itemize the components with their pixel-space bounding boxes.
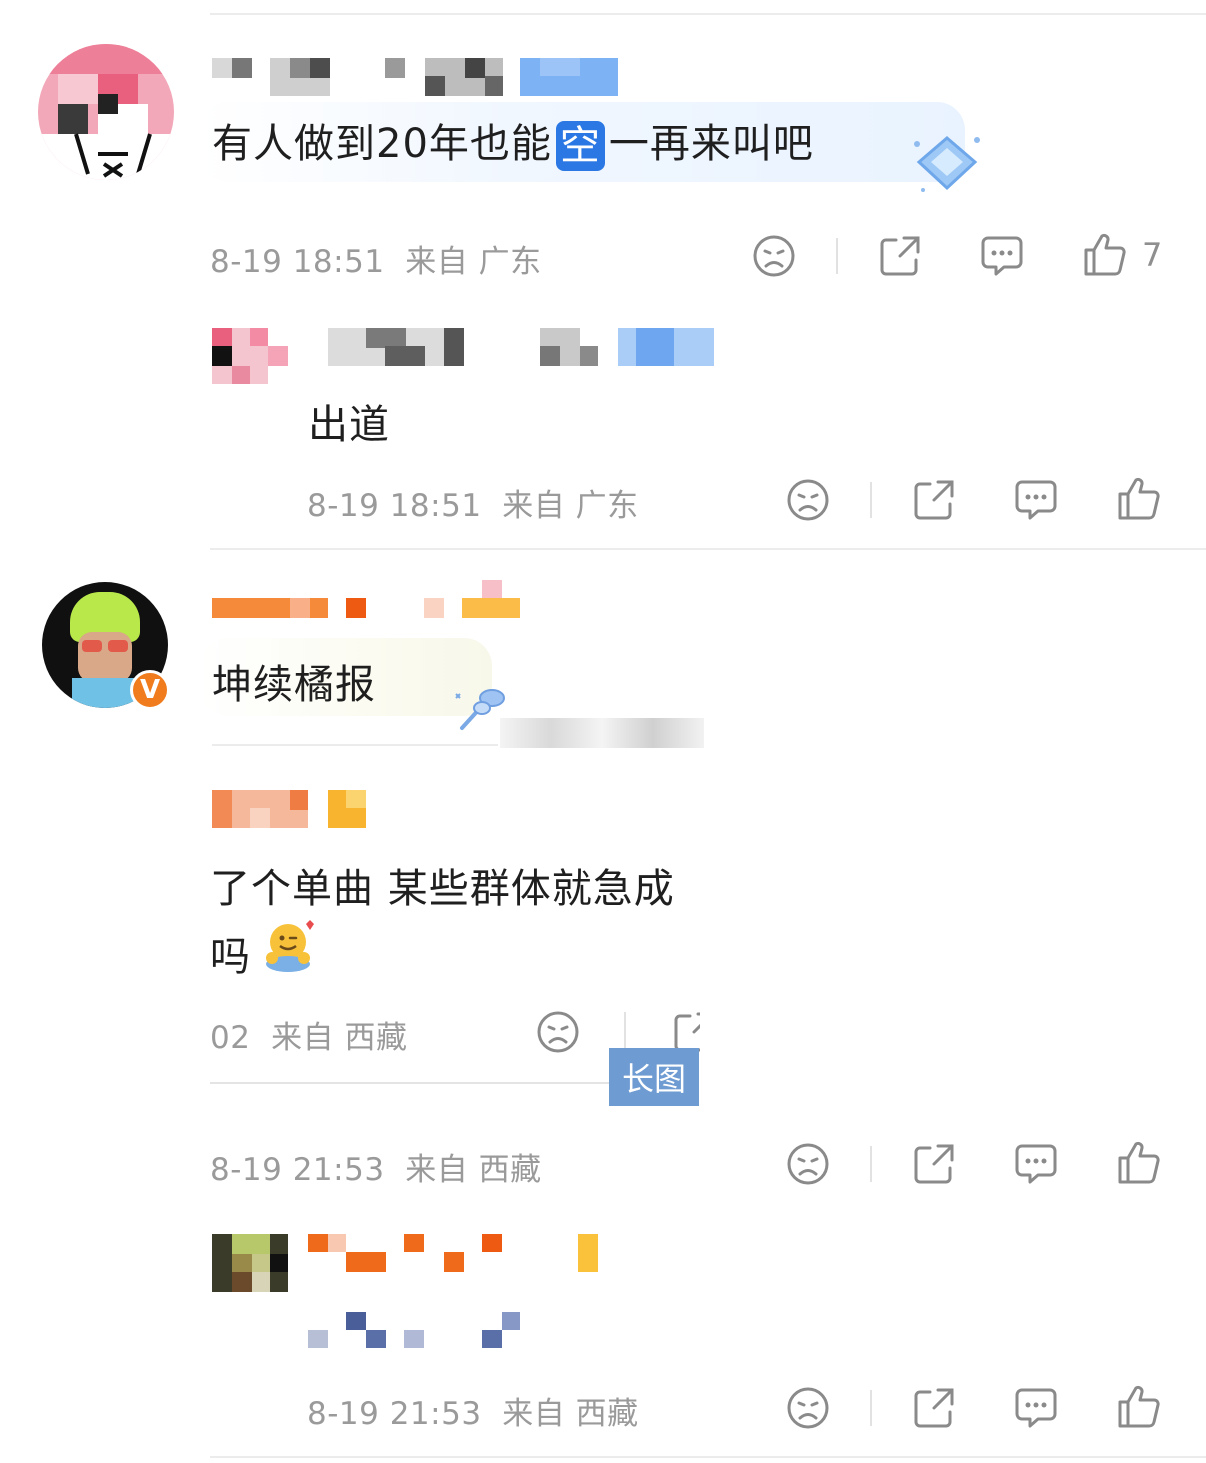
reply-text: 出道 — [308, 402, 390, 448]
sad-face-icon — [536, 1010, 580, 1054]
comment-meta: 8-19 18:51 来自 广东 — [210, 236, 542, 281]
screenshot-meta: 02 来自 西藏 — [210, 1020, 408, 1056]
avatar[interactable] — [38, 44, 174, 180]
comment-icon[interactable] — [980, 234, 1024, 278]
separator — [870, 482, 872, 518]
diamond-decoration-icon — [914, 136, 980, 192]
screenshot-bottom-line — [210, 1082, 610, 1084]
separator — [870, 1146, 872, 1182]
blurred-strip — [500, 718, 704, 748]
avatar-drawing-icon — [74, 133, 152, 178]
verified-badge-icon: V — [130, 670, 170, 710]
long-image-tag[interactable]: 长图 — [609, 1048, 699, 1106]
hug-emoji-icon — [266, 920, 314, 972]
thumbs-up-icon[interactable] — [1116, 1140, 1160, 1184]
reply-meta: 8-19 21:53 来自 西藏 — [307, 1396, 639, 1432]
bottom-divider — [210, 1456, 1206, 1458]
thumbs-up-icon[interactable] — [1082, 232, 1126, 276]
like-count: 7 — [1142, 236, 1163, 274]
screenshot-divider — [212, 744, 498, 746]
share-icon[interactable] — [912, 1386, 956, 1430]
comment-time: 8-19 18:51 — [210, 244, 385, 280]
separator — [624, 1012, 626, 1048]
screenshot-line-2: 吗 — [210, 934, 251, 980]
comment-icon[interactable] — [1014, 1386, 1058, 1430]
sad-face-icon[interactable] — [752, 234, 796, 278]
comment-text: 坤续橘报 — [212, 662, 376, 708]
sad-face-icon[interactable] — [786, 1386, 830, 1430]
comment-icon[interactable] — [1014, 1142, 1058, 1186]
share-icon[interactable] — [912, 478, 956, 522]
comment-location: 来自 广东 — [405, 244, 542, 280]
thumbs-up-icon[interactable] — [1116, 476, 1160, 520]
share-icon[interactable] — [912, 1142, 956, 1186]
comment-icon[interactable] — [1014, 478, 1058, 522]
share-icon[interactable] — [878, 234, 922, 278]
comment-divider — [210, 548, 1206, 550]
reply-meta: 8-19 18:51 来自 广东 — [307, 488, 639, 524]
screenshot-line-1: 了个单曲 某些群体就急成 — [210, 866, 675, 912]
thumbs-up-icon[interactable] — [1116, 1384, 1160, 1428]
separator — [836, 238, 838, 274]
comment-meta: 8-19 21:53 来自 西藏 — [210, 1144, 542, 1189]
separator — [870, 1390, 872, 1426]
sad-face-icon[interactable] — [786, 1142, 830, 1186]
sad-face-icon[interactable] — [786, 478, 830, 522]
highlight-keyword[interactable]: 空 — [555, 121, 605, 171]
comment-location: 来自 西藏 — [405, 1152, 542, 1188]
comment-text: 有人做到20年也能空一再来叫吧 — [212, 121, 814, 171]
top-divider — [210, 13, 1206, 15]
comment-time: 8-19 21:53 — [210, 1152, 385, 1188]
